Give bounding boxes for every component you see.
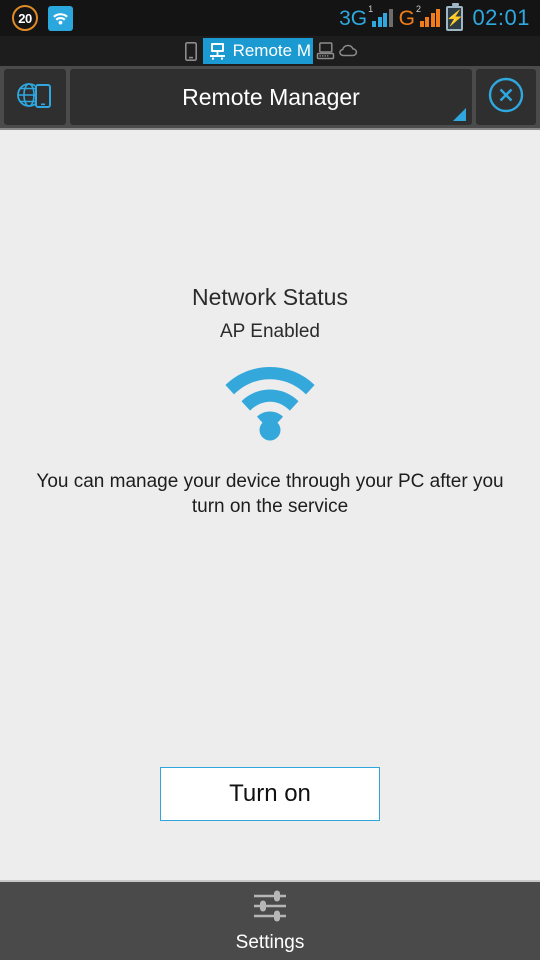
remote-desktop-icon: [206, 39, 230, 63]
corner-triangle-icon: [453, 108, 466, 121]
description-text: You can manage your device through your …: [36, 471, 504, 517]
title-bar: Remote Manager: [0, 66, 540, 130]
globe-phone-icon: [16, 79, 54, 116]
clock-label: 02:01: [472, 5, 530, 30]
wifi-signal-icon: [222, 363, 318, 446]
sim2-network-label: G: [398, 6, 415, 30]
network-status-value: AP Enabled: [219, 321, 320, 342]
settings-button[interactable]: Settings: [235, 889, 305, 954]
title-bar-title-box[interactable]: Remote Manager: [70, 69, 472, 125]
settings-label: Settings: [235, 931, 305, 953]
sim2-signal-icon: 2: [416, 4, 441, 27]
turn-on-button-wrapper: Turn on: [0, 767, 540, 821]
sim1-index-label: 1: [368, 4, 374, 14]
wifi-icon: [48, 5, 73, 31]
sim1-signal-icon: 1: [368, 4, 393, 27]
battery-charging-icon: ⚡: [446, 2, 464, 31]
computer-icon[interactable]: [313, 39, 337, 63]
close-button[interactable]: [476, 69, 536, 125]
tab-remote-manager-label: Remote M: [232, 41, 311, 60]
sim1-network-label: 3G: [339, 6, 368, 30]
globe-phone-icon-button[interactable]: [4, 69, 66, 125]
close-circle-icon: [487, 76, 525, 119]
network-status-title: Network Status: [192, 284, 348, 310]
page-title: Remote Manager: [182, 83, 360, 110]
tab-remote-manager[interactable]: Remote M: [203, 38, 313, 64]
status-bar: 20 3G 1 G 2 ⚡ 02:01: [0, 0, 540, 36]
sliders-icon: [251, 889, 289, 928]
tab-strip: Remote M: [0, 36, 540, 66]
cloud-icon[interactable]: [337, 39, 361, 63]
phone-icon[interactable]: [179, 39, 203, 63]
sim2-index-label: 2: [415, 4, 421, 14]
turn-on-button[interactable]: Turn on: [160, 767, 380, 821]
status-bar-left: 20: [0, 5, 73, 31]
main-content: Network Status AP Enabled You can manage…: [0, 132, 540, 880]
bottom-bar: Settings: [0, 880, 540, 960]
notification-count-badge: 20: [12, 5, 38, 31]
status-bar-right: 3G 1 G 2 ⚡ 02:01: [339, 2, 540, 31]
